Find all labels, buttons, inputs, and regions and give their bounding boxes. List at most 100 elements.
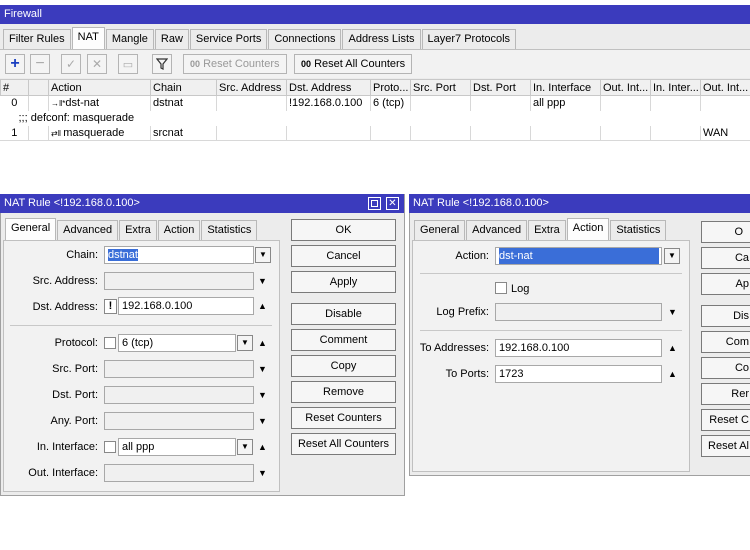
chain-select[interactable]: dstnat — [104, 246, 254, 264]
chevron-down-icon[interactable]: ▼ — [258, 468, 267, 478]
remove-button[interactable]: Remove — [291, 381, 396, 403]
col-header[interactable]: Dst. Port — [470, 79, 531, 96]
close-icon[interactable]: ✕ — [386, 197, 399, 210]
chevron-up-icon[interactable]: ▲ — [258, 301, 267, 311]
tab-address-lists[interactable]: Address Lists — [342, 29, 421, 49]
tab-statistics[interactable]: Statistics — [201, 220, 258, 240]
chevron-down-icon[interactable]: ▼ — [255, 247, 271, 263]
action-select[interactable]: dst-nat — [495, 247, 662, 265]
masquerade-icon: ⇄‖ — [51, 129, 64, 138]
ok-button[interactable]: O — [701, 221, 750, 243]
counters-icon: 00 — [190, 59, 201, 69]
tab-advanced[interactable]: Advanced — [466, 220, 528, 240]
comment-button[interactable]: Com — [701, 331, 750, 353]
log-prefix-field[interactable] — [495, 303, 662, 321]
chevron-down-icon[interactable]: ▼ — [258, 390, 267, 400]
protocol-select[interactable]: 6 (tcp) — [118, 334, 236, 352]
maximize-icon[interactable] — [368, 197, 381, 210]
tab-service-ports[interactable]: Service Ports — [189, 29, 268, 49]
rules-table-area: # Action Chain Src. Address Dst. Address… — [0, 79, 750, 194]
reset-counters-button[interactable]: Reset Counters — [291, 407, 396, 429]
tab-action[interactable]: Action — [566, 218, 610, 240]
disable-button[interactable]: Disable — [291, 303, 396, 325]
col-header[interactable]: Out. Int... — [700, 79, 750, 96]
reset-counters-button[interactable]: 00 Reset Counters — [183, 54, 287, 74]
col-header[interactable]: In. Interface — [530, 79, 601, 96]
col-header[interactable]: Action — [48, 79, 151, 96]
dst-address-field[interactable]: 192.168.0.100 — [118, 297, 254, 315]
table-row[interactable]: 0 →‖*dst-nat dstnat !192.168.0.100 6 (tc… — [0, 95, 750, 111]
tab-mangle[interactable]: Mangle — [105, 29, 154, 49]
tab-action[interactable]: Action — [157, 220, 201, 240]
comment-icon[interactable]: ▭ — [118, 54, 138, 74]
chevron-down-icon[interactable]: ▼ — [258, 416, 267, 426]
chevron-up-icon[interactable]: ▲ — [258, 338, 267, 348]
tab-general[interactable]: General — [414, 220, 466, 240]
col-header[interactable]: # — [0, 79, 29, 96]
apply-button[interactable]: Apply — [291, 271, 396, 293]
chevron-down-icon[interactable]: ▼ — [258, 364, 267, 374]
enable-icon[interactable]: ✓ — [61, 54, 81, 74]
tab-extra[interactable]: Extra — [119, 220, 157, 240]
dst-negate-checkbox[interactable]: ! — [104, 299, 117, 314]
to-addresses-field[interactable]: 192.168.0.100 — [495, 339, 662, 357]
dialog-tabs-left: General Advanced Extra Action Statistics — [5, 218, 258, 240]
in-interface-negate-checkbox[interactable] — [104, 441, 116, 453]
reset-all-counters-button[interactable]: Reset All Counters — [291, 433, 396, 455]
table-row[interactable]: 1 ⇄‖ masquerade srcnat WAN — [0, 125, 750, 141]
col-header[interactable]: Out. Int... — [600, 79, 651, 96]
copy-button[interactable]: Co — [701, 357, 750, 379]
col-header[interactable]: Src. Address — [216, 79, 287, 96]
out-interface-field[interactable] — [104, 464, 254, 482]
tab-nat[interactable]: NAT — [71, 27, 105, 49]
filter-icon[interactable] — [152, 54, 172, 74]
chevron-down-icon[interactable]: ▼ — [668, 307, 677, 317]
tab-raw[interactable]: Raw — [154, 29, 189, 49]
tab-general[interactable]: General — [5, 218, 57, 240]
tab-connections[interactable]: Connections — [268, 29, 342, 49]
add-icon[interactable]: + — [5, 54, 25, 74]
any-port-field[interactable] — [104, 412, 254, 430]
col-header[interactable]: Chain — [150, 79, 217, 96]
reset-counters-button[interactable]: Reset C — [701, 409, 750, 431]
comment-button[interactable]: Comment — [291, 329, 396, 351]
remove-icon[interactable]: − — [30, 54, 50, 74]
src-address-field[interactable] — [104, 272, 254, 290]
cancel-button[interactable]: Ca — [701, 247, 750, 269]
copy-button[interactable]: Copy — [291, 355, 396, 377]
reset-all-counters-button[interactable]: Reset Al — [701, 435, 750, 457]
apply-button[interactable]: Ap — [701, 273, 750, 295]
counters-icon: 00 — [301, 59, 312, 69]
dst-port-field[interactable] — [104, 386, 254, 404]
to-ports-field[interactable]: 1723 — [495, 365, 662, 383]
col-header[interactable]: In. Inter... — [650, 79, 701, 96]
table-comment-row[interactable]: ;;; defconf: masquerade — [1, 111, 750, 126]
reset-all-counters-button[interactable]: 00 Reset All Counters — [294, 54, 413, 74]
remove-button[interactable]: Rer — [701, 383, 750, 405]
ok-button[interactable]: OK — [291, 219, 396, 241]
chevron-up-icon[interactable]: ▲ — [258, 442, 267, 452]
tab-layer7-protocols[interactable]: Layer7 Protocols — [421, 29, 517, 49]
chevron-down-icon[interactable]: ▼ — [237, 439, 253, 455]
col-header[interactable]: Dst. Address — [286, 79, 371, 96]
cancel-button[interactable]: Cancel — [291, 245, 396, 267]
chevron-up-icon[interactable]: ▲ — [668, 369, 677, 379]
chevron-down-icon[interactable]: ▼ — [237, 335, 253, 351]
tab-statistics[interactable]: Statistics — [610, 220, 667, 240]
col-header[interactable] — [28, 79, 49, 96]
in-interface-select[interactable]: all ppp — [118, 438, 236, 456]
protocol-negate-checkbox[interactable] — [104, 337, 116, 349]
disable-button[interactable]: Dis — [701, 305, 750, 327]
src-port-field[interactable] — [104, 360, 254, 378]
tab-filter-rules[interactable]: Filter Rules — [3, 29, 71, 49]
chevron-down-icon[interactable]: ▼ — [258, 276, 267, 286]
dialog-title: NAT Rule <!192.168.0.100> — [0, 194, 404, 213]
chevron-up-icon[interactable]: ▲ — [668, 343, 677, 353]
col-header[interactable]: Proto... — [370, 79, 411, 96]
disable-icon[interactable]: ✕ — [87, 54, 107, 74]
col-header[interactable]: Src. Port — [410, 79, 471, 96]
tab-advanced[interactable]: Advanced — [57, 220, 119, 240]
log-checkbox[interactable] — [495, 282, 507, 294]
chevron-down-icon[interactable]: ▼ — [664, 248, 680, 264]
tab-extra[interactable]: Extra — [528, 220, 566, 240]
